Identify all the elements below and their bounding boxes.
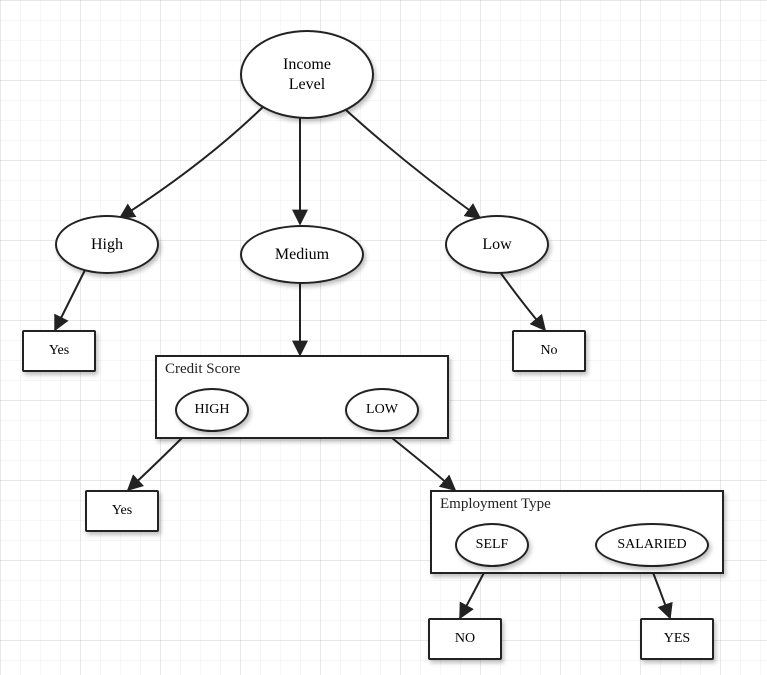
node-label: SALARIED: [617, 537, 686, 554]
node-label: HIGH: [195, 402, 230, 419]
node-label: SELF: [476, 537, 509, 554]
node-label: Low: [482, 235, 511, 254]
node-income-high: High: [55, 215, 159, 274]
node-income-level: Income Level: [240, 30, 374, 119]
outcome-label: Yes: [49, 343, 69, 360]
outcome-self-no: NO: [428, 618, 502, 660]
node-label: High: [91, 235, 123, 254]
outcome-label: YES: [664, 631, 690, 648]
outcome-label: No: [540, 343, 557, 360]
node-income-low: Low: [445, 215, 549, 274]
node-label: Income Level: [283, 55, 331, 93]
node-employment-salaried: SALARIED: [595, 523, 709, 567]
outcome-label: NO: [455, 631, 475, 648]
outcome-salaried-yes: YES: [640, 618, 714, 660]
outcome-high-yes: Yes: [22, 330, 96, 372]
node-label: LOW: [366, 402, 398, 419]
panel-title: Credit Score: [165, 361, 240, 378]
outcome-credit-high-yes: Yes: [85, 490, 159, 532]
node-label: Medium: [275, 245, 329, 264]
node-credit-high: HIGH: [175, 388, 249, 432]
node-employment-self: SELF: [455, 523, 529, 567]
node-credit-low: LOW: [345, 388, 419, 432]
outcome-low-no: No: [512, 330, 586, 372]
node-income-medium: Medium: [240, 225, 364, 284]
panel-title: Employment Type: [440, 496, 551, 513]
outcome-label: Yes: [112, 503, 132, 520]
